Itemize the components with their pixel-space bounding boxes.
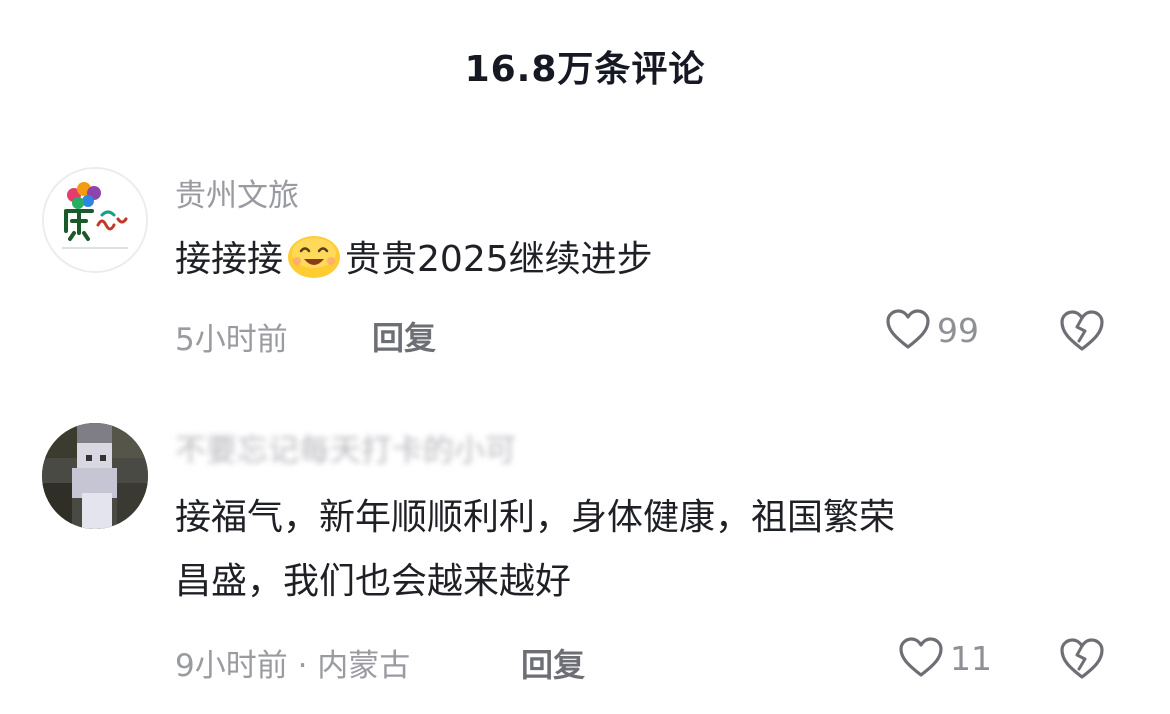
avatar[interactable] xyxy=(42,423,148,529)
comment-time-location: 9小时前 · 内蒙古 xyxy=(175,648,411,684)
heart-icon xyxy=(899,637,943,677)
broken-heart-icon xyxy=(1060,310,1104,351)
comment-text-line: 接福气，新年顺顺利利，身体健康，祖国繁荣 xyxy=(175,497,896,538)
dislike-button[interactable] xyxy=(1058,637,1106,685)
dislike-button[interactable] xyxy=(1058,309,1106,357)
heart-icon xyxy=(886,309,930,349)
comment-text-line: 昌盛，我们也会越来越好 xyxy=(175,561,572,602)
comment-username[interactable]: 贵州文旅 xyxy=(175,170,299,215)
broken-heart-icon xyxy=(1060,638,1104,679)
reply-button[interactable]: 回复 xyxy=(521,640,585,686)
comment-text: 接接接 贵贵2025继续进步 xyxy=(175,228,1095,300)
like-count: 11 xyxy=(950,638,992,678)
smiling-face-emoji-icon xyxy=(285,231,343,300)
guizhou-logo-icon xyxy=(44,169,146,271)
avatar[interactable] xyxy=(42,167,148,273)
comment-username[interactable]: 不要忘记每天打卡的小可 xyxy=(175,425,516,470)
comment-text: 接福气，新年顺顺利利，身体健康，祖国繁荣 昌盛，我们也会越来越好 xyxy=(175,486,1095,614)
comment-time: 5小时前 xyxy=(175,322,288,358)
pixelated-avatar-icon xyxy=(42,423,148,529)
like-count: 99 xyxy=(937,310,979,350)
reply-button[interactable]: 回复 xyxy=(372,313,436,359)
like-button[interactable]: 99 xyxy=(885,309,979,351)
comment-text-before: 接接接 xyxy=(175,239,284,280)
like-button[interactable]: 11 xyxy=(898,637,992,679)
comment-text-after: 贵贵2025继续进步 xyxy=(345,239,653,280)
comments-count-title: 16.8万条评论 xyxy=(464,49,706,90)
